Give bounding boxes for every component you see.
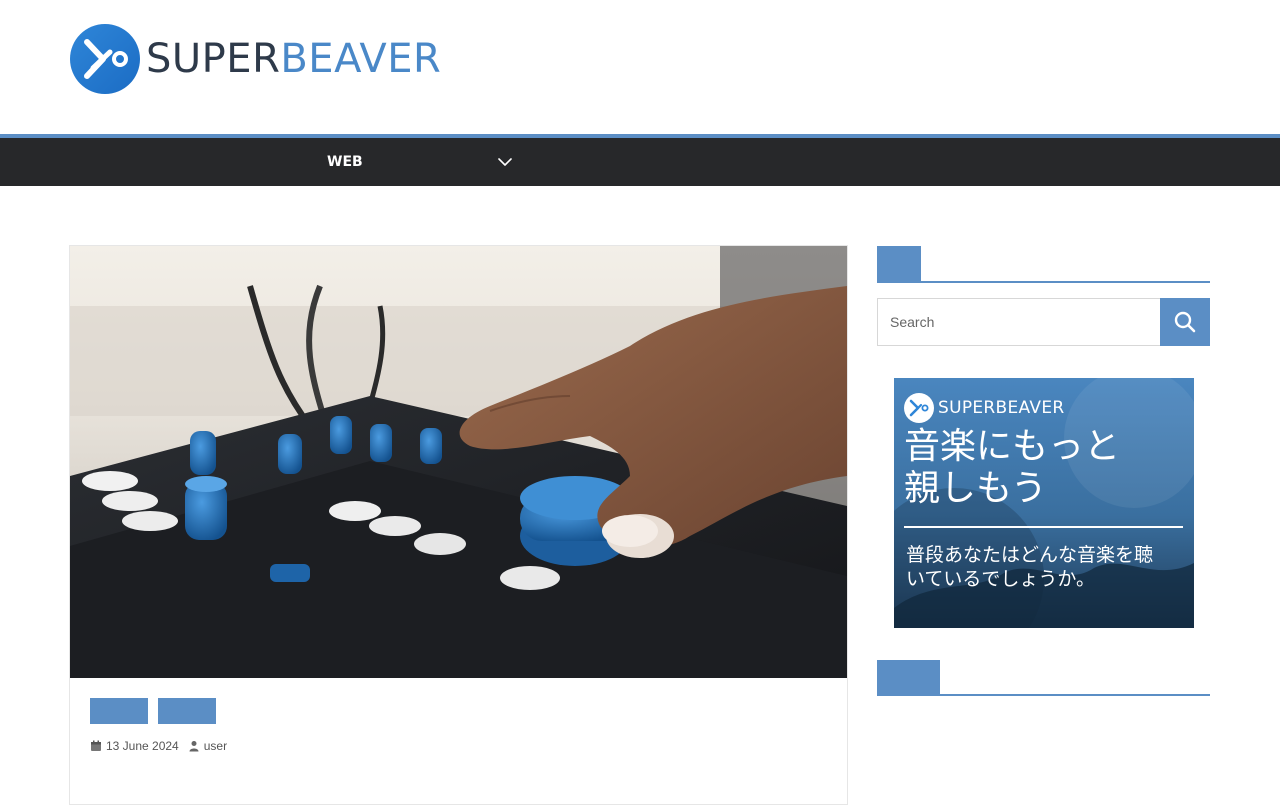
article-meta: 13 June 2024 user <box>90 739 227 753</box>
site-title-part1: SUPER <box>146 36 281 82</box>
user-icon <box>189 741 199 752</box>
site-logo[interactable]: SUPERBEAVER <box>70 24 441 94</box>
widget-title-block <box>877 660 940 696</box>
widget-title-underline <box>877 281 1210 283</box>
category-badge[interactable] <box>90 698 148 724</box>
ad-brand-text: SUPERBEAVER <box>938 398 1065 418</box>
ad-title: 音楽にもっと 親しもう <box>904 426 1184 510</box>
ad-title-line: 親しもう <box>904 468 1047 509</box>
widget-title-block <box>877 246 921 282</box>
superbeaver-logo-icon <box>70 24 140 94</box>
article-featured-image[interactable] <box>70 246 847 678</box>
ad-subtitle-line: いているでしょうか。 <box>906 568 1096 590</box>
calendar-icon <box>91 740 101 751</box>
audio-mixer-photo <box>70 246 847 678</box>
ad-banner[interactable]: SUPERBEAVER 音楽にもっと 親しもう 普段あなたはどんな音楽を聴 いて… <box>894 378 1194 628</box>
site-title-part2: BEAVER <box>280 36 442 82</box>
main-navigation: WEB <box>0 138 1280 186</box>
superbeaver-logo-icon <box>904 393 934 423</box>
article-card: 13 June 2024 user <box>69 245 848 805</box>
ad-divider <box>904 526 1183 528</box>
ad-subtitle-line: 普段あなたはどんな音楽を聴 <box>906 544 1154 566</box>
widget-title-underline <box>877 694 1210 696</box>
nav-item-web[interactable]: WEB <box>327 138 363 186</box>
ad-brand: SUPERBEAVER <box>904 393 1064 423</box>
ad-title-line: 音楽にもっと <box>904 426 1121 467</box>
search-button[interactable] <box>1160 298 1210 346</box>
search-icon <box>1174 311 1196 333</box>
search-input[interactable] <box>877 298 1160 346</box>
site-title: SUPERBEAVER <box>146 24 441 94</box>
category-badge[interactable] <box>158 698 216 724</box>
ad-subtitle: 普段あなたはどんな音楽を聴 いているでしょうか。 <box>906 543 1186 591</box>
article-date[interactable]: 13 June 2024 <box>106 739 179 753</box>
article-author[interactable]: user <box>204 739 227 753</box>
chevron-down-icon[interactable] <box>496 154 514 170</box>
search-form <box>877 298 1210 346</box>
site-header: SUPERBEAVER <box>0 0 1280 134</box>
